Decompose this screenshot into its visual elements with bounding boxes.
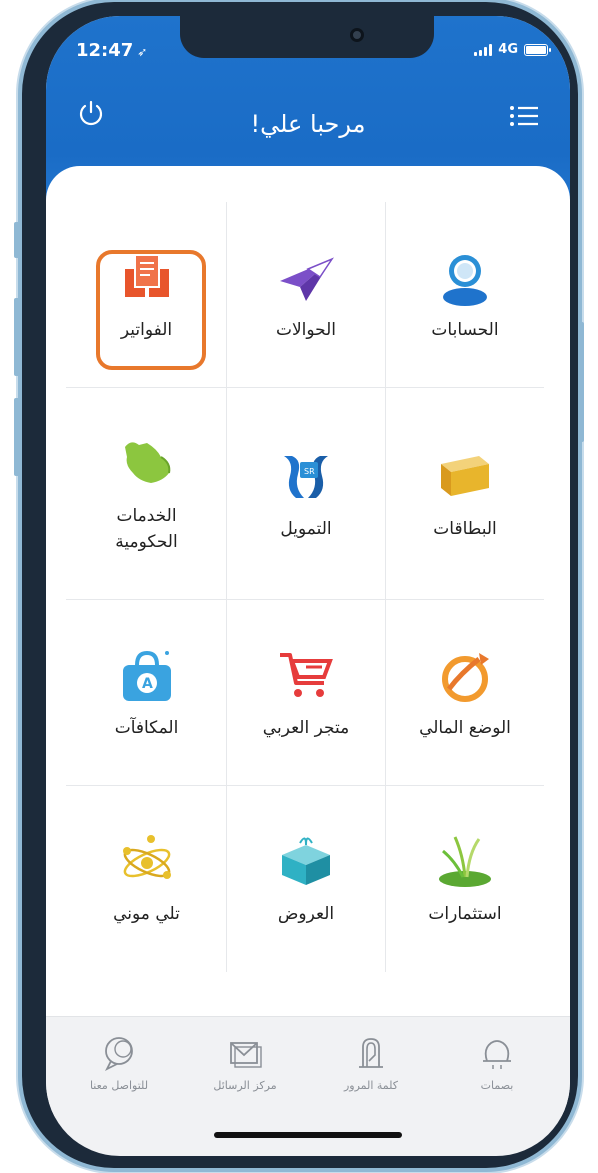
store-cart-icon: [280, 652, 333, 697]
service-label: التمويل: [280, 518, 332, 539]
service-label: متجر العربي: [262, 717, 350, 738]
bottom-nav: بصمات كلمة المرور مركز الرسائل للتواصل م…: [46, 1016, 570, 1116]
menu-icon[interactable]: [508, 104, 540, 128]
investments-icon: [439, 836, 491, 887]
service-store[interactable]: متجر العربي: [226, 600, 385, 785]
transfers-icon: [280, 256, 334, 301]
financing-icon: SR: [284, 455, 328, 498]
service-label: تلي موني: [113, 904, 180, 924]
home-indicator[interactable]: [214, 1132, 402, 1138]
financial-position-icon: [442, 652, 489, 702]
service-label: الحوالات: [275, 319, 337, 340]
side-button: [578, 322, 584, 442]
nav-password[interactable]: كلمة المرور: [316, 1033, 426, 1116]
service-cards[interactable]: البطاقات: [385, 388, 544, 599]
nav-label: للتواصل معنا: [89, 1079, 149, 1092]
service-financial-position[interactable]: الوضع المالي: [385, 600, 544, 785]
service-label: العروض: [277, 904, 335, 924]
selected-highlight: [96, 250, 206, 370]
nav-label: كلمة المرور: [343, 1079, 399, 1092]
services-grid: الحسابات الحوالات الفواتير البطاقات SR ا…: [66, 202, 544, 972]
nav-messages[interactable]: مركز الرسائل: [190, 1033, 300, 1116]
svg-text:A: A: [142, 676, 153, 692]
service-label: الحسابات: [431, 319, 499, 340]
services-row: استثمارات العروض تلي موني: [66, 786, 544, 972]
location-arrow-icon: ➶: [137, 45, 148, 59]
nav-contact[interactable]: للتواصل معنا: [64, 1033, 174, 1116]
volume-down-button: [14, 398, 20, 476]
password-lock-icon: [359, 1038, 383, 1068]
offers-icon: [282, 837, 330, 885]
telemoney-icon: [122, 835, 171, 879]
service-label: الوضع المالي: [419, 717, 511, 738]
service-offers[interactable]: العروض: [226, 786, 385, 972]
services-row: البطاقات SR التمويل الخدمات الحكومية: [66, 388, 544, 600]
greeting-title: مرحبا علي!: [250, 110, 366, 138]
fingerprint-icon: [483, 1040, 511, 1069]
network-type: 4G: [498, 42, 518, 57]
service-government[interactable]: الخدمات الحكومية: [67, 388, 226, 599]
notch: [180, 16, 434, 58]
battery-icon: [524, 43, 551, 56]
nav-label: مركز الرسائل: [213, 1079, 277, 1092]
accounts-icon: [443, 254, 487, 306]
service-label: المكافآت: [114, 717, 179, 738]
service-rewards[interactable]: A المكافآت: [67, 600, 226, 785]
front-camera: [350, 28, 364, 42]
nav-label: بصمات: [480, 1079, 514, 1092]
rewards-icon: A: [122, 650, 171, 701]
government-services-icon: [124, 441, 170, 483]
mute-switch: [14, 222, 20, 258]
service-transfers[interactable]: الحوالات: [226, 202, 385, 387]
service-financing[interactable]: SR التمويل: [226, 388, 385, 599]
nav-fingerprint[interactable]: بصمات: [442, 1033, 552, 1116]
cards-icon: [441, 455, 489, 496]
app-screen: 12:47 ➶ 4G مرحبا علي! الحسابات الحوالات …: [46, 16, 570, 1156]
signal-icon: [474, 43, 493, 56]
status-indicators: 4G: [474, 42, 551, 57]
services-card: الحسابات الحوالات الفواتير البطاقات SR ا…: [46, 166, 570, 1016]
service-label: استثمارات: [428, 904, 502, 924]
service-bills[interactable]: الفواتير: [67, 202, 226, 387]
volume-up-button: [14, 298, 20, 376]
service-investments[interactable]: استثمارات: [385, 786, 544, 972]
svg-text:SR: SR: [304, 467, 315, 476]
services-row: الوضع المالي متجر العربي A المكافآت: [66, 600, 544, 786]
status-time: 12:47 ➶: [76, 40, 148, 61]
service-label: البطاقات: [433, 518, 497, 539]
service-telemoney[interactable]: تلي موني: [67, 786, 226, 972]
service-label: الخدمات الحكومية: [115, 505, 178, 552]
service-accounts[interactable]: الحسابات: [385, 202, 544, 387]
services-row: الحسابات الحوالات الفواتير: [66, 202, 544, 388]
messages-icon: [230, 1042, 262, 1068]
contact-chat-icon: [104, 1037, 133, 1072]
